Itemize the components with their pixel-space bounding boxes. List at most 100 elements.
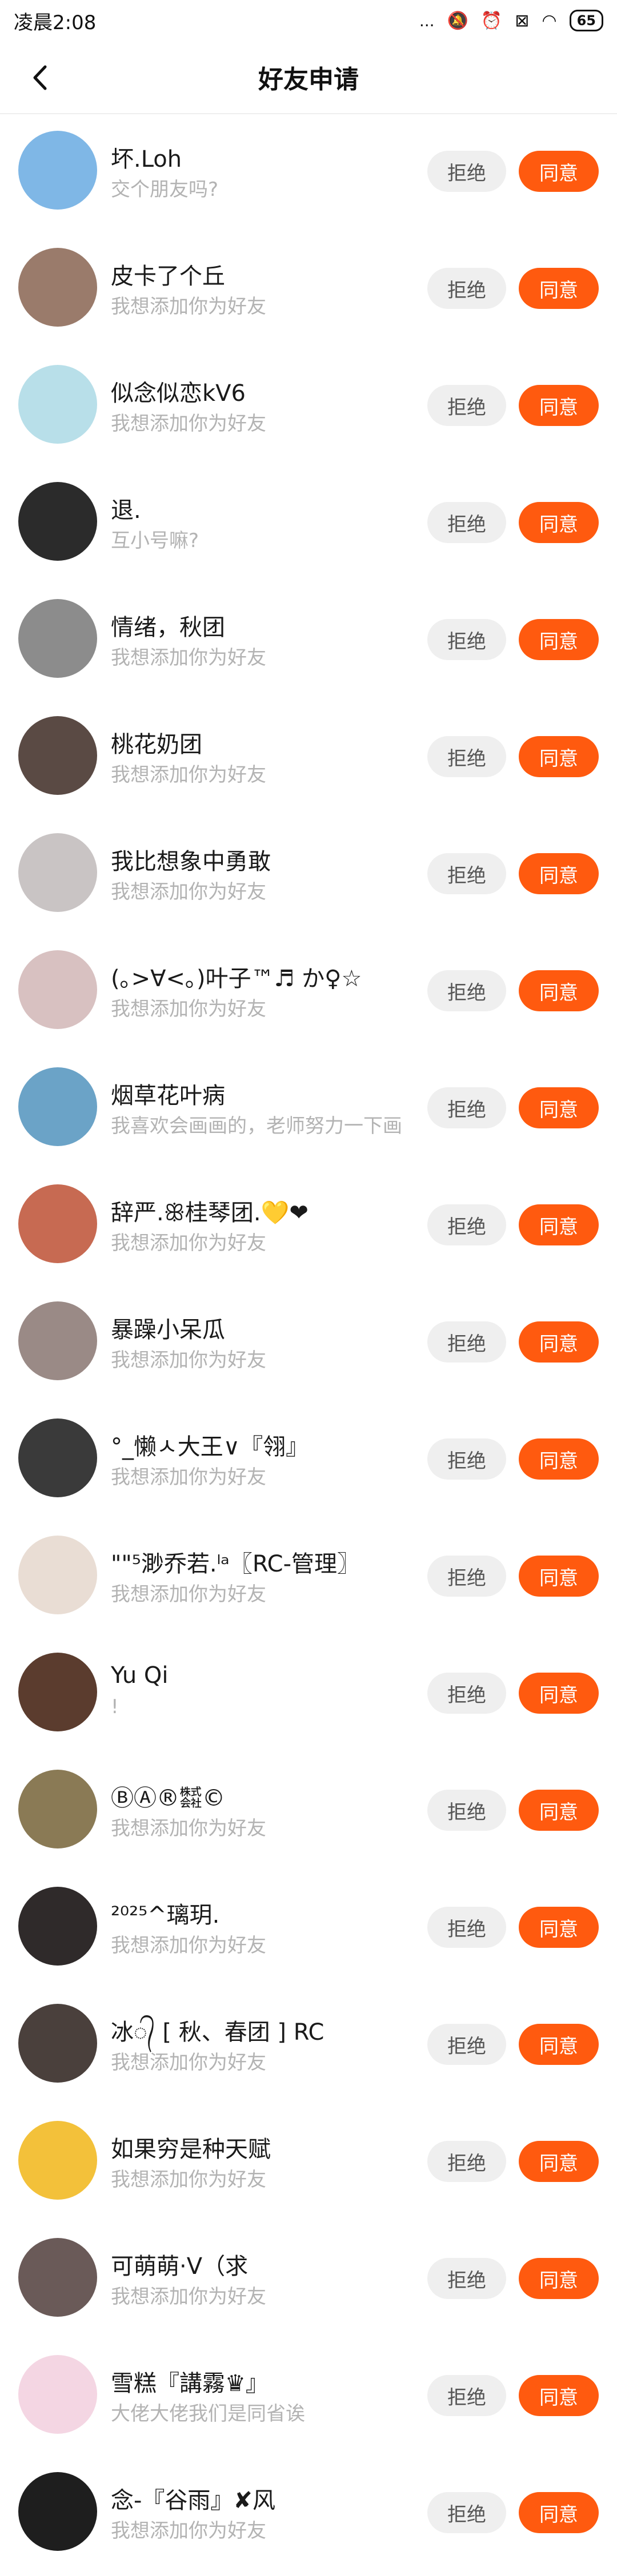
friend-request-item[interactable]: 雪糕『講霧♛』 大佬大佬我们是同省诶 拒绝 同意 <box>0 2338 617 2456</box>
friend-request-item[interactable]: 似念似恋kV6 我想添加你为好友 拒绝 同意 <box>0 348 617 465</box>
mute-bell-icon: 🔕 <box>447 10 468 31</box>
reject-button[interactable]: 拒绝 <box>427 1556 506 1597</box>
avatar[interactable] <box>18 482 97 561</box>
accept-button[interactable]: 同意 <box>519 151 599 192</box>
avatar[interactable] <box>18 2355 97 2434</box>
avatar[interactable] <box>18 833 97 912</box>
accept-button[interactable]: 同意 <box>519 1204 599 1245</box>
friend-request-item[interactable]: 皮卡了个丘 我想添加你为好友 拒绝 同意 <box>0 231 617 348</box>
reject-button[interactable]: 拒绝 <box>427 1321 506 1363</box>
reject-button[interactable]: 拒绝 <box>427 736 506 777</box>
page-title: 好友申请 <box>258 65 359 94</box>
friend-request-item[interactable]: 情绪，秋团 我想添加你为好友 拒绝 同意 <box>0 582 617 700</box>
requester-name: ⒷⒶ®㍿© <box>111 1785 225 1811</box>
friend-request-item[interactable]: 坏.Loh 交个朋友吗? 拒绝 同意 <box>0 114 617 231</box>
avatar[interactable] <box>18 950 97 1029</box>
friend-request-item[interactable]: ""⁵渺乔若.ˡᵃ〖RC-管理〗 我想添加你为好友 拒绝 同意 <box>0 1519 617 1636</box>
accept-button[interactable]: 同意 <box>519 2024 599 2065</box>
accept-button[interactable]: 同意 <box>519 2141 599 2182</box>
requester-name: 我比想象中勇敢 <box>111 849 271 875</box>
reject-button[interactable]: 拒绝 <box>427 2492 506 2533</box>
accept-button[interactable]: 同意 <box>519 1907 599 1948</box>
requester-name: °_懒ㅅ大王∨『翎』 <box>111 1434 309 1460</box>
friend-request-item[interactable]: 可萌萌·V（求 我想添加你为好友 拒绝 同意 <box>0 2221 617 2338</box>
avatar[interactable] <box>18 2472 97 2551</box>
request-message: 我想添加你为好友 <box>111 2168 266 2191</box>
avatar[interactable] <box>18 131 97 210</box>
friend-request-item[interactable]: 桃花奶团 我想添加你为好友 拒绝 同意 <box>0 700 617 817</box>
wifi-icon: ◠ <box>542 10 557 31</box>
friend-request-item[interactable]: 退. 互小号嘛? 拒绝 同意 <box>0 465 617 582</box>
avatar[interactable] <box>18 1418 97 1497</box>
requester-name: ""⁵渺乔若.ˡᵃ〖RC-管理〗 <box>111 1551 360 1577</box>
request-message: 我想添加你为好友 <box>111 295 266 318</box>
reject-button[interactable]: 拒绝 <box>427 1438 506 1480</box>
requester-name: Yu Qi <box>111 1662 169 1689</box>
avatar[interactable] <box>18 1770 97 1848</box>
accept-button[interactable]: 同意 <box>519 502 599 543</box>
friend-request-item[interactable]: ⒷⒶ®㍿© 我想添加你为好友 拒绝 同意 <box>0 1753 617 1870</box>
reject-button[interactable]: 拒绝 <box>427 1204 506 1245</box>
avatar[interactable] <box>18 2004 97 2083</box>
request-message: 我想添加你为好友 <box>111 2051 266 2074</box>
accept-button[interactable]: 同意 <box>519 268 599 309</box>
reject-button[interactable]: 拒绝 <box>427 1907 506 1948</box>
reject-button[interactable]: 拒绝 <box>427 502 506 543</box>
avatar[interactable] <box>18 365 97 444</box>
accept-button[interactable]: 同意 <box>519 2258 599 2299</box>
friend-request-item[interactable]: 念-『谷雨』✘风 我想添加你为好友 拒绝 同意 <box>0 2456 617 2573</box>
friend-request-item[interactable]: °_懒ㅅ大王∨『翎』 我想添加你为好友 拒绝 同意 <box>0 1402 617 1519</box>
back-button[interactable] <box>23 61 57 95</box>
status-time: 凌晨2:08 <box>14 11 97 34</box>
friend-request-item[interactable]: Yu Qi! 拒绝 同意 <box>0 1636 617 1753</box>
avatar[interactable] <box>18 1887 97 1966</box>
friend-request-item[interactable]: 烟草花叶病 我喜欢会画画的，老师努力一下画 拒绝 同意 <box>0 1051 617 1168</box>
avatar[interactable] <box>18 1067 97 1146</box>
friend-request-list: 坏.Loh 交个朋友吗? 拒绝 同意 皮卡了个丘 我想添加你为好友 拒绝 同意 似念似恋kV6 我… <box>0 114 617 2573</box>
accept-button[interactable]: 同意 <box>519 2375 599 2416</box>
reject-button[interactable]: 拒绝 <box>427 2258 506 2299</box>
accept-button[interactable]: 同意 <box>519 1438 599 1480</box>
accept-button[interactable]: 同意 <box>519 853 599 894</box>
reject-button[interactable]: 拒绝 <box>427 151 506 192</box>
friend-request-item[interactable]: 如果穷是种天赋 我想添加你为好友 拒绝 同意 <box>0 2104 617 2221</box>
reject-button[interactable]: 拒绝 <box>427 1087 506 1128</box>
reject-button[interactable]: 拒绝 <box>427 1790 506 1831</box>
reject-button[interactable]: 拒绝 <box>427 2141 506 2182</box>
sim-icon: ⊠ <box>515 10 530 31</box>
reject-button[interactable]: 拒绝 <box>427 1673 506 1714</box>
accept-button[interactable]: 同意 <box>519 2492 599 2533</box>
avatar[interactable] <box>18 2121 97 2200</box>
avatar[interactable] <box>18 1653 97 1731</box>
reject-button[interactable]: 拒绝 <box>427 385 506 426</box>
friend-request-item[interactable]: (｡>∀<｡)叶子™♬ か♀☆ 我想添加你为好友 拒绝 同意 <box>0 934 617 1051</box>
reject-button[interactable]: 拒绝 <box>427 268 506 309</box>
reject-button[interactable]: 拒绝 <box>427 853 506 894</box>
friend-request-item[interactable]: ²⁰²⁵^璃玥. 我想添加你为好友 拒绝 同意 <box>0 1870 617 1987</box>
avatar[interactable] <box>18 1536 97 1614</box>
accept-button[interactable]: 同意 <box>519 1321 599 1363</box>
avatar[interactable] <box>18 1184 97 1263</box>
accept-button[interactable]: 同意 <box>519 1790 599 1831</box>
friend-request-item[interactable]: 辞严.ꕥ桂琴团.💛❤ 我想添加你为好友 拒绝 同意 <box>0 1168 617 1285</box>
requester-name: 念-『谷雨』✘风 <box>111 2487 275 2514</box>
accept-button[interactable]: 同意 <box>519 736 599 777</box>
accept-button[interactable]: 同意 <box>519 970 599 1011</box>
accept-button[interactable]: 同意 <box>519 1087 599 1128</box>
reject-button[interactable]: 拒绝 <box>427 970 506 1011</box>
reject-button[interactable]: 拒绝 <box>427 2375 506 2416</box>
accept-button[interactable]: 同意 <box>519 1556 599 1597</box>
avatar[interactable] <box>18 248 97 327</box>
avatar[interactable] <box>18 1301 97 1380</box>
avatar[interactable] <box>18 599 97 678</box>
friend-request-item[interactable]: 暴躁小呆瓜 我想添加你为好友 拒绝 同意 <box>0 1285 617 1402</box>
friend-request-item[interactable]: 冰᭄ [ 秋、春团 ] RC 我想添加你为好友 拒绝 同意 <box>0 1987 617 2104</box>
avatar[interactable] <box>18 716 97 795</box>
accept-button[interactable]: 同意 <box>519 619 599 660</box>
reject-button[interactable]: 拒绝 <box>427 2024 506 2065</box>
accept-button[interactable]: 同意 <box>519 1673 599 1714</box>
friend-request-item[interactable]: 我比想象中勇敢 我想添加你为好友 拒绝 同意 <box>0 817 617 934</box>
reject-button[interactable]: 拒绝 <box>427 619 506 660</box>
avatar[interactable] <box>18 2238 97 2317</box>
accept-button[interactable]: 同意 <box>519 385 599 426</box>
